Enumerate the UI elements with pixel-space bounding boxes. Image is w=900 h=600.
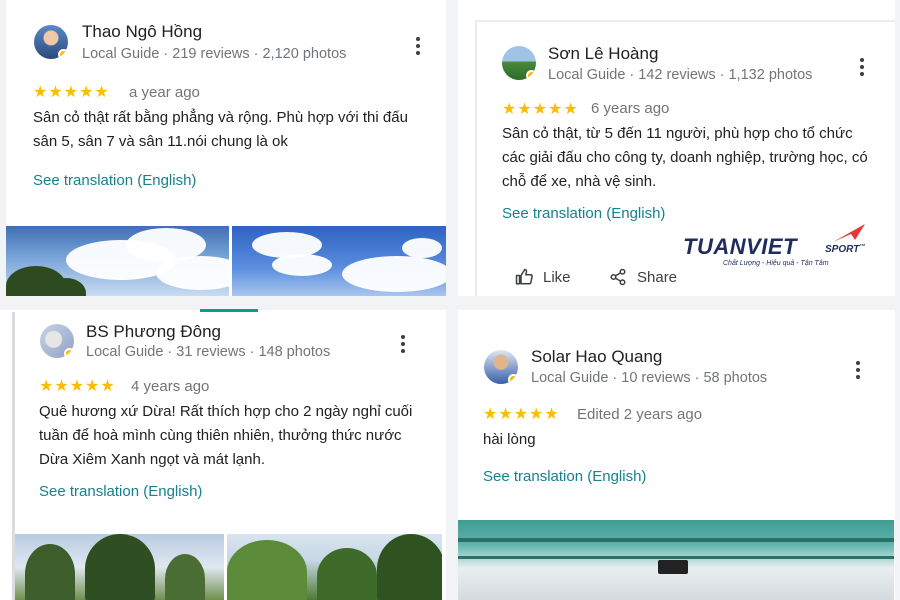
see-translation-link[interactable]: See translation (English) xyxy=(33,172,196,189)
reviewer-meta: Local Guide · 142 reviews · 1,132 photos xyxy=(548,67,813,83)
kebab-menu-icon[interactable] xyxy=(851,360,865,380)
logo-wordmark: TUANVIET xyxy=(683,234,797,259)
reviewer-meta: Local Guide · 31 reviews · 148 photos xyxy=(86,344,331,360)
review-photo[interactable] xyxy=(15,534,224,600)
logo-sport: SPORT™ xyxy=(825,244,866,255)
divider xyxy=(895,0,900,600)
local-guide-badge-icon xyxy=(508,374,518,384)
reviewer-name[interactable]: BS Phương Đông xyxy=(86,322,221,342)
star-rating: ★★★★★ xyxy=(39,378,116,395)
local-guide-badge-icon xyxy=(58,49,68,59)
kebab-menu-icon[interactable] xyxy=(411,36,425,56)
logo-tagline: Chất Lượng - Hiệu quả - Tận Tâm xyxy=(723,260,829,267)
like-icon xyxy=(515,268,533,285)
review-date: Edited 2 years ago xyxy=(577,406,703,423)
avatar[interactable] xyxy=(40,324,74,358)
kebab-menu-icon[interactable] xyxy=(396,334,410,354)
avatar[interactable] xyxy=(502,46,536,80)
review-date: a year ago xyxy=(129,84,200,101)
divider xyxy=(0,296,900,310)
like-button[interactable]: Like xyxy=(515,268,571,286)
reviewer-meta: Local Guide · 219 reviews · 2,120 photos xyxy=(82,46,347,62)
review-card: Thao Ngô Hồng Local Guide · 219 reviews … xyxy=(6,0,446,296)
review-text: hài lòng xyxy=(483,431,536,448)
review-photo[interactable] xyxy=(232,226,446,296)
review-text: Quê hương xứ Dừa! Rất thích hợp cho 2 ng… xyxy=(39,403,413,468)
review-date: 4 years ago xyxy=(131,378,210,395)
star-rating: ★★★★★ xyxy=(483,406,560,423)
brand-logo: TUANVIET SPORT™ Chất Lượng - Hiệu quả - … xyxy=(683,222,873,272)
avatar[interactable] xyxy=(34,25,68,59)
review-card: BS Phương Đông Local Guide · 31 reviews … xyxy=(12,312,442,600)
review-photo[interactable] xyxy=(458,520,894,600)
avatar[interactable] xyxy=(484,350,518,384)
review-text: Sân cỏ thật rất bằng phẳng và rộng. Phù … xyxy=(33,109,408,150)
see-translation-link[interactable]: See translation (English) xyxy=(483,468,646,485)
reviewer-name[interactable]: Thao Ngô Hồng xyxy=(82,22,202,42)
review-text: Sân cỏ thật, từ 5 đến 11 người, phù hợp … xyxy=(502,125,868,190)
kebab-menu-icon[interactable] xyxy=(855,57,869,77)
local-guide-badge-icon xyxy=(64,348,74,358)
logo-swoosh-icon xyxy=(833,224,865,242)
share-label: Share xyxy=(637,268,678,286)
reviewer-name[interactable]: Solar Hao Quang xyxy=(531,347,662,367)
see-translation-link[interactable]: See translation (English) xyxy=(502,205,665,222)
share-icon xyxy=(610,268,626,286)
review-date: 6 years ago xyxy=(591,100,670,117)
review-card: Solar Hao Quang Local Guide · 10 reviews… xyxy=(458,322,894,600)
star-rating: ★★★★★ xyxy=(33,84,110,101)
like-label: Like xyxy=(543,268,571,286)
reviewer-meta: Local Guide · 10 reviews · 58 photos xyxy=(531,370,768,386)
review-photo[interactable] xyxy=(6,226,229,296)
local-guide-badge-icon xyxy=(526,70,536,80)
share-button[interactable]: Share xyxy=(609,268,677,286)
review-photo[interactable] xyxy=(227,534,442,600)
star-rating: ★★★★★ xyxy=(502,101,579,118)
reviewer-name[interactable]: Sơn Lê Hoàng xyxy=(548,44,658,64)
see-translation-link[interactable]: See translation (English) xyxy=(39,483,202,500)
